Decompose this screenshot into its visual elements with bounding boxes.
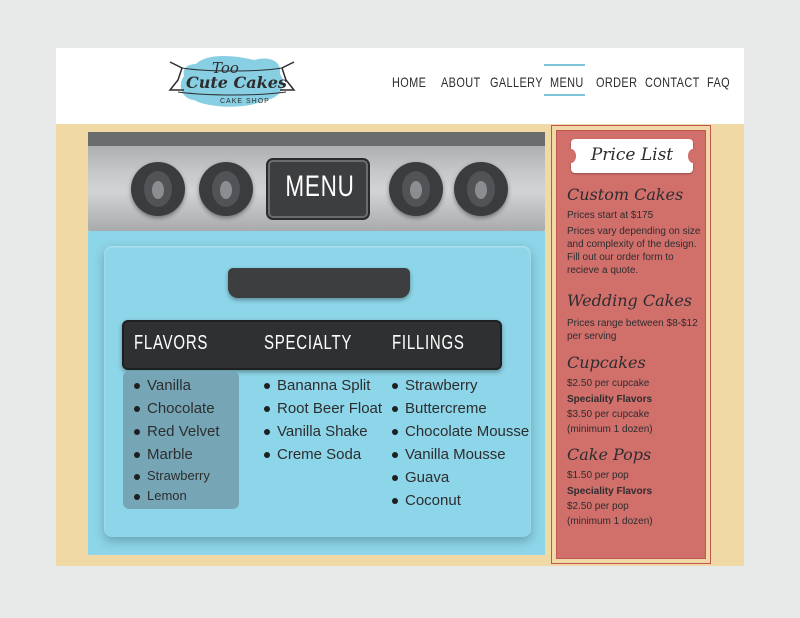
oven-handle (228, 268, 410, 298)
cupcakes-price: $2.50 per cupcake (567, 378, 650, 389)
list-item: Lemon (132, 486, 220, 506)
nav-item-menu[interactable]: MENU (550, 68, 584, 96)
menu-title: MENU (285, 170, 355, 203)
cupcakes-heading: Cupcakes (567, 353, 646, 372)
cake-pops-special-price: $2.50 per pop (567, 501, 629, 512)
nav-active-bottom-bar (544, 94, 585, 96)
nav-item-faq[interactable]: FAQ (707, 68, 730, 96)
nav-item-contact[interactable]: CONTACT (645, 68, 700, 96)
wedding-cakes-heading: Wedding Cakes (567, 291, 692, 310)
cupcakes-special-price: $3.50 per cupcake (567, 409, 650, 420)
cake-pops-heading: Cake Pops (567, 445, 652, 464)
list-item: Marble (132, 443, 220, 466)
nav-item-home[interactable]: HOME (392, 68, 426, 96)
category-title-specialty: SPECIALTY (264, 332, 353, 354)
cake-pops-price: $1.50 per pop (567, 470, 629, 481)
list-item: Guava (390, 466, 529, 489)
list-item: Strawberry (390, 374, 529, 397)
list-item: Root Beer Float (262, 397, 382, 420)
price-list-title-ticket: Price List (566, 139, 698, 173)
list-item: Bananna Split (262, 374, 382, 397)
price-list-title: Price List (590, 145, 674, 165)
nav-item-order[interactable]: ORDER (596, 68, 637, 96)
nav-item-gallery[interactable]: GALLERY (490, 68, 543, 96)
nav-active-top-bar (544, 64, 585, 66)
price-list-panel: Price List Custom Cakes Prices start at … (556, 130, 706, 559)
logo-line-2: Cute Cakes (186, 73, 287, 92)
list-item: Coconut (390, 489, 529, 512)
list-item: Vanilla (132, 374, 220, 397)
cake-pops-special-label: Speciality Flavors (567, 486, 653, 497)
cake-pops-note: (minimum 1 dozen) (567, 516, 653, 527)
menu-title-plate: MENU (268, 160, 368, 218)
stove-knob-icon (131, 162, 185, 216)
flavors-list: Vanilla Chocolate Red Velvet Marble Stra… (132, 374, 220, 506)
list-item: Buttercreme (390, 397, 529, 420)
custom-cakes-description: Prices vary depending on size and comple… (567, 226, 701, 276)
list-item: Vanilla Mousse (390, 443, 529, 466)
site-header: Too Cute Cakes CAKE SHOP HOME ABOUT GALL… (56, 48, 744, 124)
page-frame: Too Cute Cakes CAKE SHOP HOME ABOUT GALL… (56, 48, 744, 566)
specialty-list: Bananna Split Root Beer Float Vanilla Sh… (262, 374, 382, 466)
stove-top-edge (88, 132, 545, 146)
category-header-bar: FLAVORS SPECIALTY FILLINGS (122, 320, 502, 370)
fillings-list: Strawberry Buttercreme Chocolate Mousse … (390, 374, 529, 512)
wedding-cakes-price: Prices range between $8-$12 per serving (567, 318, 698, 342)
logo[interactable]: Too Cute Cakes CAKE SHOP (168, 54, 296, 116)
list-item: Strawberry (132, 466, 220, 486)
list-item: Red Velvet (132, 420, 220, 443)
list-item: Vanilla Shake (262, 420, 382, 443)
category-title-fillings: FILLINGS (392, 332, 465, 354)
list-item: Chocolate Mousse (390, 420, 529, 443)
custom-cakes-heading: Custom Cakes (567, 185, 684, 204)
nav-item-about[interactable]: ABOUT (441, 68, 481, 96)
list-item: Chocolate (132, 397, 220, 420)
stove-knob-icon (454, 162, 508, 216)
stove-knob-icon (389, 162, 443, 216)
custom-cakes-start: Prices start at $175 (567, 210, 654, 221)
cupcakes-note: (minimum 1 dozen) (567, 424, 653, 435)
cupcakes-special-label: Speciality Flavors (567, 394, 653, 405)
category-title-flavors: FLAVORS (134, 332, 209, 354)
list-item: Creme Soda (262, 443, 382, 466)
logo-line-3: CAKE SHOP (220, 98, 270, 105)
stove-knob-icon (199, 162, 253, 216)
